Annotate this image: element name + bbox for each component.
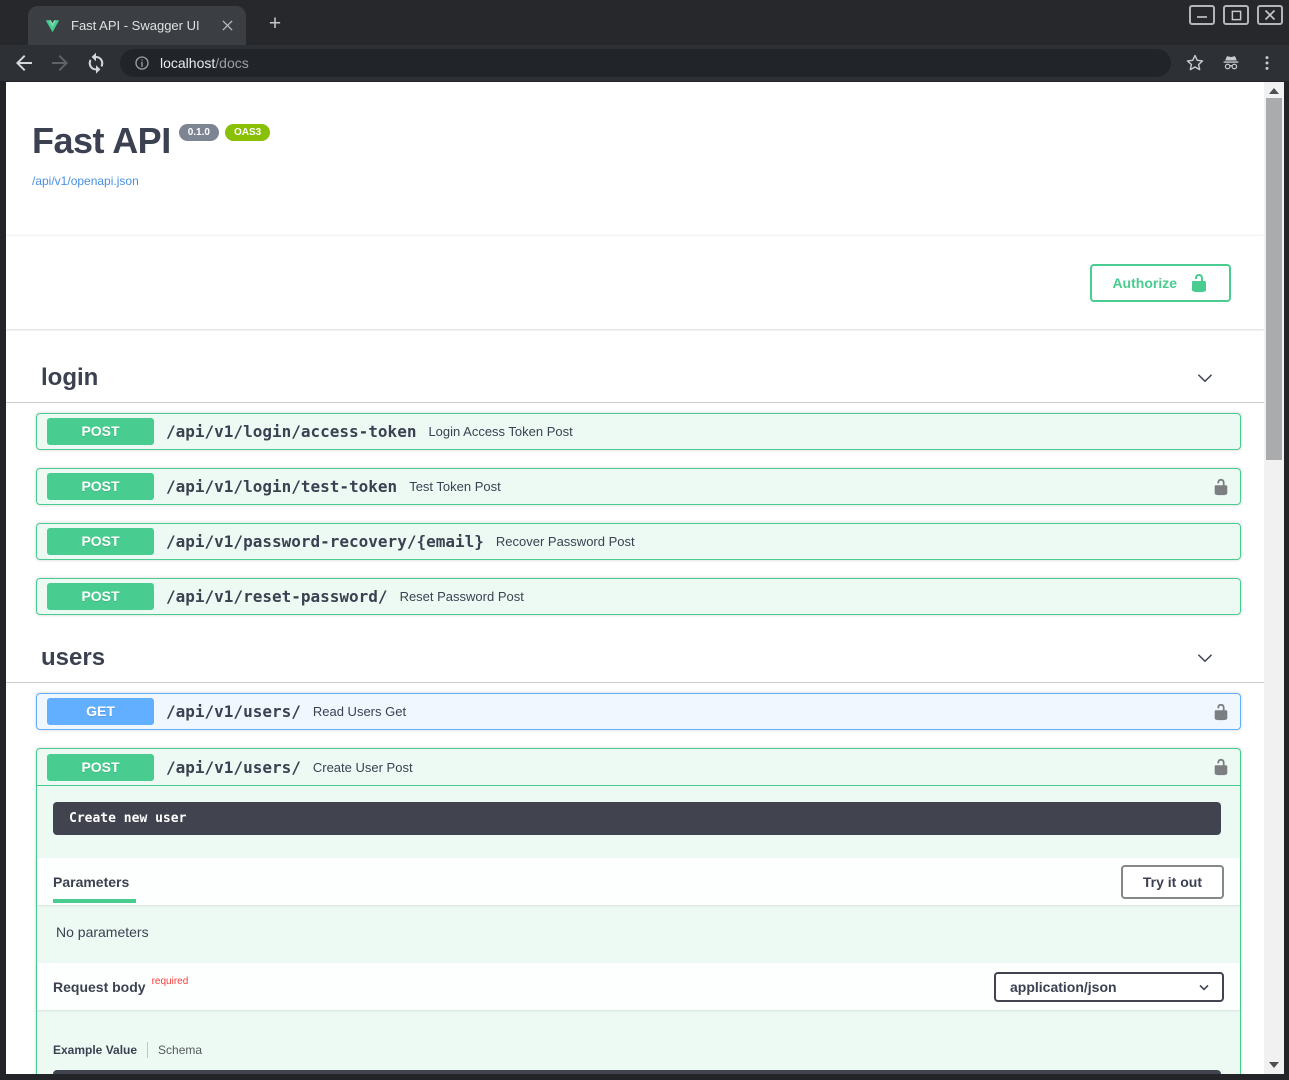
operation-summary: Test Token Post [409,479,501,494]
swagger-page: Fast API 0.1.0 OAS3 /api/v1/openapi.json A… [6,82,1264,1074]
operation-summary: Read Users Get [313,704,406,719]
browser-toolbar: localhost/docs [0,45,1289,82]
back-button-icon[interactable] [12,51,36,75]
operation-path: /api/v1/login/access-token [166,422,416,441]
operation-path: /api/v1/login/test-token [166,477,397,496]
browser-viewport: Fast API 0.1.0 OAS3 /api/v1/openapi.json A… [0,82,1289,1080]
operation-description: Create new user [53,802,1221,835]
content-type-select[interactable]: application/json [994,972,1224,1002]
method-badge: POST [47,528,154,555]
method-badge: GET [47,698,154,725]
no-parameters-text: No parameters [37,905,1240,942]
method-badge: POST [47,583,154,610]
section-title: users [41,644,1194,672]
users-operations: GET /api/v1/users/ Read Users Get [6,683,1264,730]
operation-row[interactable]: POST /api/v1/password-recovery/{email} R… [36,523,1241,560]
reload-button-icon[interactable] [84,51,108,75]
operation-summary: Reset Password Post [400,589,524,604]
operation-row[interactable]: GET /api/v1/users/ Read Users Get [36,693,1241,730]
url-text: localhost/docs [160,55,249,71]
tab-close-icon[interactable] [218,17,236,35]
method-badge: POST [47,754,154,781]
version-badge: 0.1.0 [179,124,219,141]
content-type-value: application/json [1010,979,1117,995]
minimize-button[interactable] [1189,5,1215,25]
new-tab-button[interactable]: + [262,12,288,38]
operation-summary: Recover Password Post [496,534,635,549]
auth-lock-icon[interactable] [1212,703,1230,721]
operation-path: /api/v1/reset-password/ [166,587,388,606]
url-host: localhost [160,55,215,71]
oas3-badge: OAS3 [225,124,270,141]
tab-schema[interactable]: Schema [158,1043,202,1057]
menu-kebab-icon[interactable] [1257,53,1277,73]
incognito-icon [1221,53,1241,73]
tab-divider [147,1042,148,1058]
browser-titlebar: Fast API - Swagger UI + [0,0,1289,45]
page-scrollbar[interactable] [1264,82,1284,1074]
section-header-login[interactable]: login [6,353,1264,403]
openapi-spec-link[interactable]: /api/v1/openapi.json [32,174,1264,188]
bookmark-star-icon[interactable] [1185,53,1205,73]
required-badge: required [152,976,189,987]
login-operations: POST /api/v1/login/access-token Login Ac… [6,403,1264,615]
example-code-block: { [53,1070,1221,1074]
unlock-icon [1189,273,1209,293]
operation-row[interactable]: POST /api/v1/login/access-token Login Ac… [36,413,1241,450]
operation-path: /api/v1/users/ [166,758,301,777]
scheme-container: Authorize [6,236,1264,329]
parameters-header: Parameters Try it out [37,858,1240,905]
fastapi-favicon-icon [44,17,61,34]
tab-parameters: Parameters [53,874,129,890]
method-badge: POST [47,473,154,500]
operation-row[interactable]: POST /api/v1/users/ Create User Post [37,749,1240,786]
window-controls [1189,5,1283,25]
api-info: Fast API 0.1.0 OAS3 /api/v1/openapi.json [6,82,1264,188]
tab-example-value[interactable]: Example Value [53,1043,137,1057]
browser-tab[interactable]: Fast API - Swagger UI [28,6,246,45]
operation-path: /api/v1/password-recovery/{email} [166,532,484,551]
operation-expanded-create-user: POST /api/v1/users/ Create User Post Cre… [36,748,1241,1074]
tab-title: Fast API - Swagger UI [71,18,218,33]
chevron-down-icon [1196,979,1212,995]
browser-window: Fast API - Swagger UI + [0,0,1289,1080]
auth-lock-icon[interactable] [1212,758,1230,776]
section-title: login [41,364,1194,392]
chevron-down-icon[interactable] [1194,367,1216,389]
url-path: /docs [215,55,248,71]
request-body-header: Request body required application/json [37,963,1240,1010]
toolbar-actions [1185,53,1277,73]
scroll-up-arrow[interactable] [1264,84,1284,98]
method-badge: POST [47,418,154,445]
chevron-down-icon[interactable] [1194,647,1216,669]
scroll-down-arrow[interactable] [1264,1058,1284,1072]
operation-path: /api/v1/users/ [166,702,301,721]
scrollbar-thumb[interactable] [1266,98,1282,460]
site-info-icon[interactable] [134,55,150,71]
request-body-label: Request body [53,979,146,995]
url-bar[interactable]: localhost/docs [120,49,1171,77]
close-button[interactable] [1257,5,1283,25]
operation-row[interactable]: POST /api/v1/login/test-token Test Token… [36,468,1241,505]
forward-button-icon[interactable] [48,51,72,75]
authorize-button[interactable]: Authorize [1090,264,1231,302]
operation-summary: Login Access Token Post [428,424,572,439]
active-tab-underline [53,899,136,903]
try-it-out-button[interactable]: Try it out [1121,865,1224,899]
auth-lock-icon[interactable] [1212,478,1230,496]
maximize-button[interactable] [1223,5,1249,25]
authorize-label: Authorize [1112,275,1177,291]
model-example-tabs: Example Value Schema [53,1042,1240,1058]
page-title: Fast API [32,120,171,161]
operation-row[interactable]: POST /api/v1/reset-password/ Reset Passw… [36,578,1241,615]
section-header-users[interactable]: users [6,633,1264,683]
operation-summary: Create User Post [313,760,413,775]
